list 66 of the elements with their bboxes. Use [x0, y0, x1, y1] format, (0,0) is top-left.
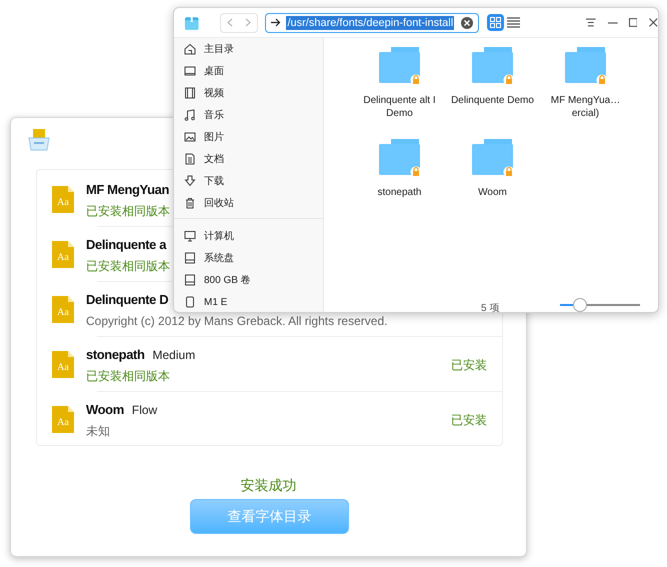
document-icon — [184, 153, 196, 165]
font-name: stonepath — [86, 346, 145, 364]
font-info: Copyright (c) 2012 by Mans Greback. All rights reserved. — [86, 312, 388, 330]
sidebar-item[interactable]: 系统盘 — [174, 247, 323, 269]
locked-folder-icon[interactable] — [378, 138, 422, 178]
minimize-icon[interactable] — [608, 22, 618, 24]
home-icon — [184, 43, 196, 55]
download-icon — [184, 175, 196, 187]
font-name: Woom — [86, 400, 124, 418]
folder-name[interactable]: stonepath — [354, 186, 444, 199]
folder-name[interactable]: Delinquente Demo — [448, 94, 538, 107]
sidebar-item[interactable]: 桌面 — [174, 60, 323, 82]
arrow-right-icon — [271, 18, 282, 27]
install-status: 安装成功 — [240, 476, 298, 495]
trash-icon — [184, 197, 196, 209]
computer-icon — [184, 230, 196, 242]
sidebar-item[interactable]: M1 E — [174, 291, 323, 312]
font-file-icon: Aa — [52, 406, 74, 433]
font-style: Medium — [152, 346, 196, 364]
sidebar-item[interactable]: 图片 — [174, 126, 323, 148]
zoom-slider[interactable] — [560, 298, 640, 312]
folder-name[interactable]: MF MengYua…ercial) — [540, 94, 630, 120]
sidebar-item[interactable]: 800 GB 卷 — [174, 269, 323, 291]
locked-folder-icon[interactable] — [564, 46, 608, 86]
locked-folder-icon[interactable] — [378, 46, 422, 86]
font-file-icon: Aa — [52, 186, 74, 213]
phone-icon — [184, 296, 196, 308]
folder-app-icon — [184, 14, 200, 30]
sidebar-item[interactable]: 下载 — [174, 170, 323, 192]
chevron-left-icon — [227, 18, 234, 27]
address-field[interactable]: /usr/share/fonts/deepin-font-install — [265, 12, 480, 32]
font-info: 未知 — [86, 422, 111, 440]
address-text: /usr/share/fonts/deepin-font-install — [286, 16, 454, 30]
desktop-icon — [184, 65, 196, 77]
font-file-icon: Aa — [52, 241, 74, 268]
sidebar-item[interactable]: 回收站 — [174, 192, 323, 214]
locked-folder-icon[interactable] — [470, 46, 514, 86]
slider-thumb[interactable] — [573, 298, 587, 312]
font-name: Delinquente D — [86, 290, 168, 308]
folder-name[interactable]: Woom — [448, 186, 538, 199]
font-file-icon: Aa — [52, 296, 74, 323]
font-name: MF MengYuan — [86, 180, 169, 198]
clear-icon[interactable] — [461, 16, 474, 28]
install-state: 已安装 — [451, 356, 487, 374]
install-state: 已安装相同版本 — [86, 368, 171, 384]
chevron-right-icon — [245, 18, 252, 27]
font-file-icon: Aa — [52, 351, 74, 378]
menu-icon[interactable] — [586, 18, 596, 27]
sidebar-item[interactable]: 主目录 — [174, 38, 323, 60]
video-icon — [184, 87, 196, 99]
sidebar-item[interactable]: 文档 — [174, 148, 323, 170]
sidebar-item[interactable]: 视频 — [174, 82, 323, 104]
font-style: Flow — [132, 402, 158, 418]
install-state: 已安装 — [451, 412, 487, 428]
install-state: 已安装相同版本 — [86, 202, 170, 220]
maximize-icon[interactable] — [628, 18, 638, 27]
close-icon[interactable] — [649, 18, 658, 27]
sidebar-item[interactable]: 音乐 — [174, 104, 323, 126]
package-icon — [27, 128, 51, 152]
music-icon — [184, 109, 196, 121]
sidebar-item[interactable]: 计算机 — [174, 225, 323, 247]
font-name: Delinquente a — [86, 236, 166, 254]
picture-icon — [184, 131, 196, 143]
install-state: 已安装相同版本 — [86, 258, 170, 274]
locked-folder-icon[interactable] — [470, 138, 514, 178]
folder-name[interactable]: Delinquente alt I Demo — [354, 94, 444, 120]
